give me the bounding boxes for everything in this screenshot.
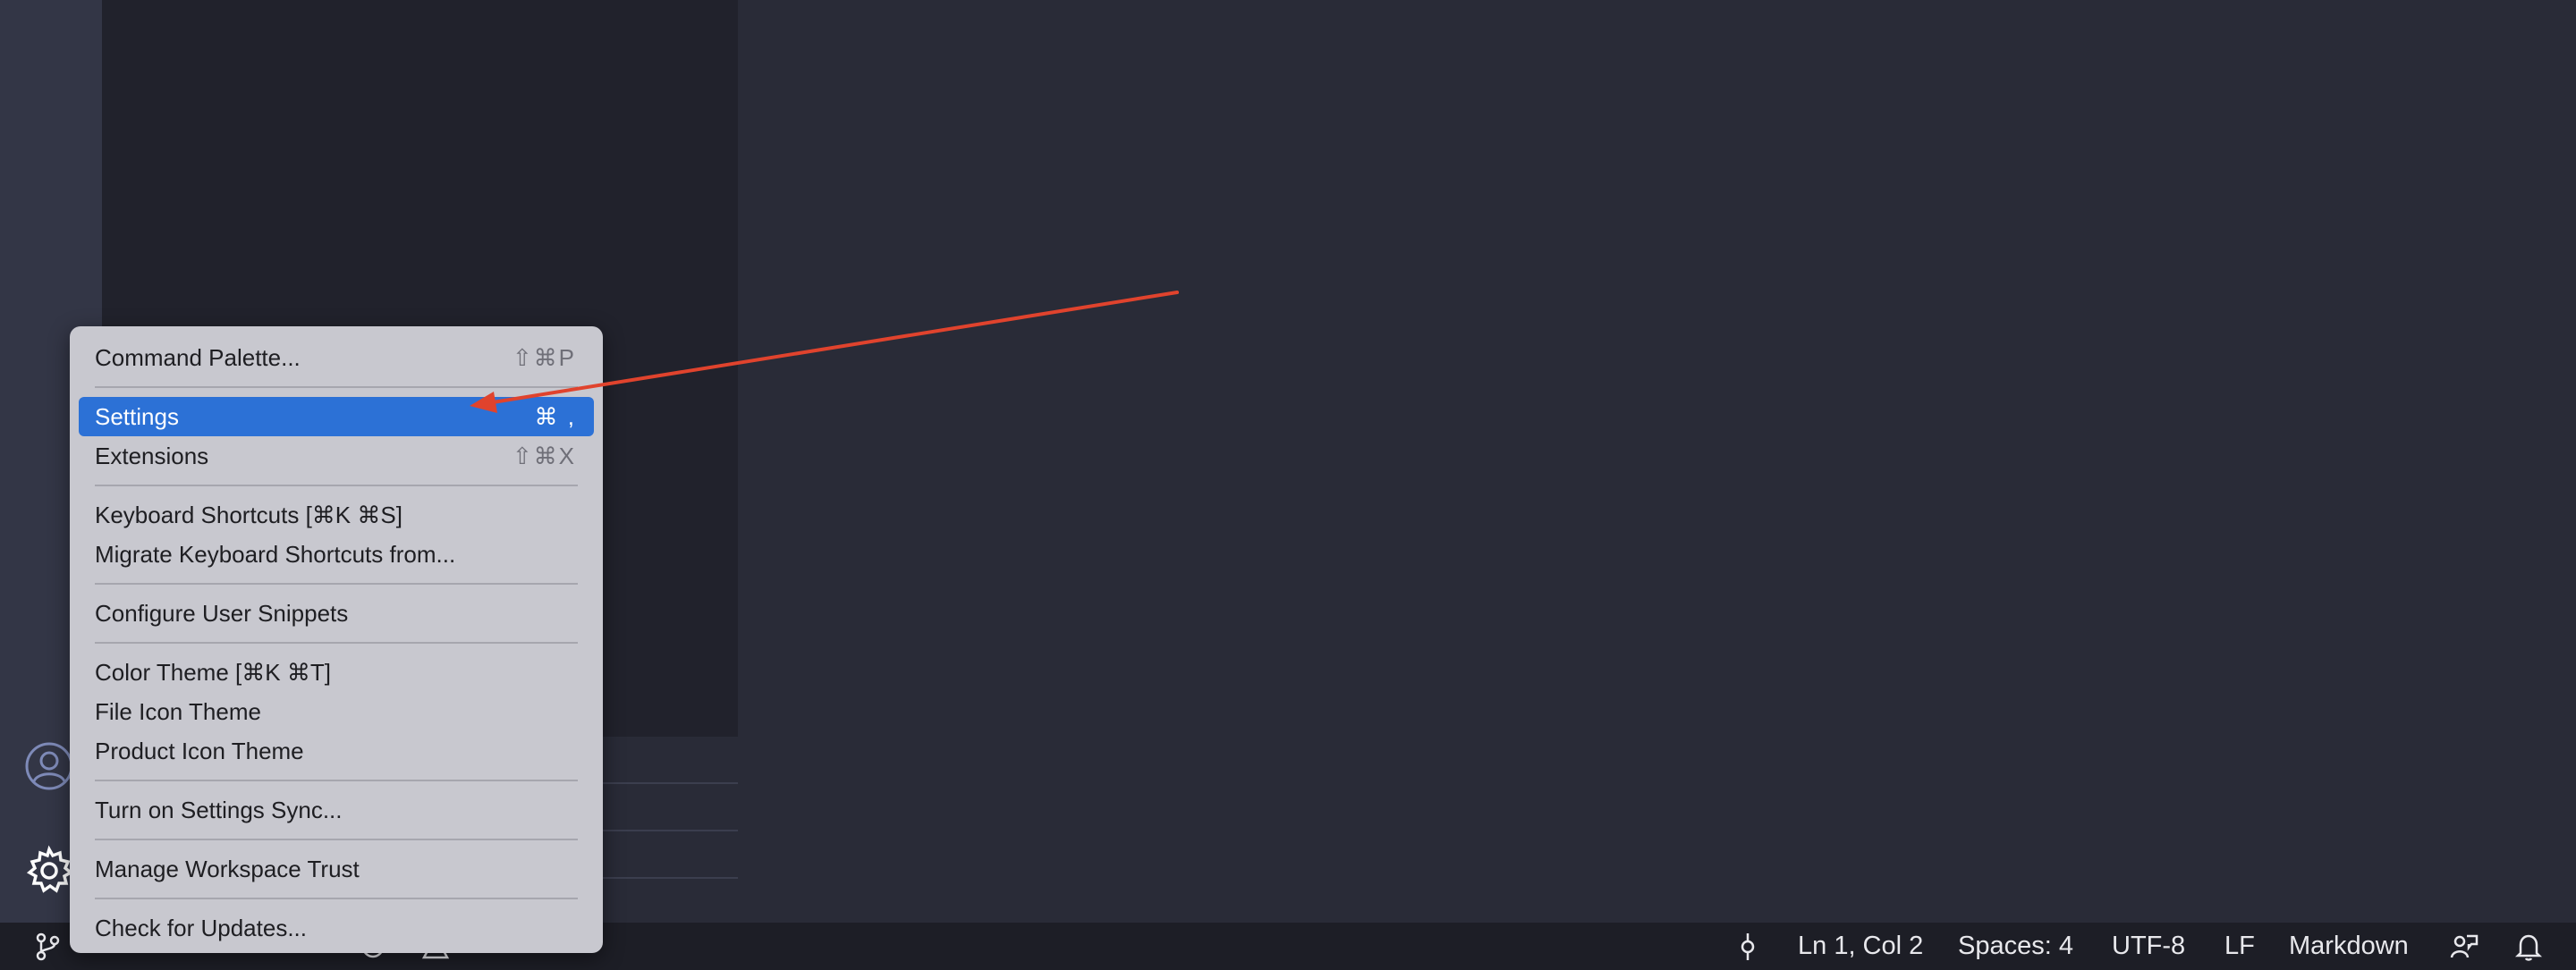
- menu-item-check-for-updates[interactable]: Check for Updates...: [79, 908, 594, 948]
- menu-item-turn-on-settings-sync[interactable]: Turn on Settings Sync...: [79, 790, 594, 830]
- menu-separator: [95, 386, 578, 388]
- menu-item-label: Product Icon Theme: [95, 738, 304, 764]
- menu-item-file-icon-theme[interactable]: File Icon Theme: [79, 692, 594, 731]
- menu-item-shortcut: ⇧⌘P: [512, 344, 576, 371]
- menu-separator: [95, 485, 578, 486]
- menu-item-label: Keyboard Shortcuts [⌘K ⌘S]: [95, 502, 402, 528]
- menu-item-label: Configure User Snippets: [95, 600, 349, 627]
- editor-area[interactable]: [738, 0, 2576, 923]
- account-icon[interactable]: [23, 740, 75, 792]
- menu-item-label: Turn on Settings Sync...: [95, 797, 343, 823]
- git-commit-icon[interactable]: [1733, 932, 1763, 962]
- cursor-position[interactable]: Ln 1, Col 2: [1798, 923, 1923, 970]
- menu-separator: [95, 642, 578, 644]
- menu-item-label: File Icon Theme: [95, 698, 261, 725]
- menu-item-label: Check for Updates...: [95, 915, 307, 941]
- bell-icon[interactable]: [2513, 932, 2544, 962]
- indentation-spaces[interactable]: Spaces: 4: [1958, 923, 2073, 970]
- menu-item-keyboard-shortcuts-k-s[interactable]: Keyboard Shortcuts [⌘K ⌘S]: [79, 495, 594, 535]
- menu-item-extensions[interactable]: Extensions ⇧⌘X: [79, 436, 594, 476]
- menu-item-shortcut: ⌘ ,: [534, 403, 576, 430]
- menu-item-settings[interactable]: Settings ⌘ ,: [79, 397, 594, 436]
- manage-gear-icon[interactable]: [23, 845, 75, 897]
- menu-item-command-palette[interactable]: Command Palette... ⇧⌘P: [79, 338, 594, 377]
- menu-separator: [95, 780, 578, 781]
- menu-item-manage-workspace-trust[interactable]: Manage Workspace Trust: [79, 849, 594, 889]
- menu-item-label: Migrate Keyboard Shortcuts from...: [95, 541, 456, 568]
- menu-item-migrate-keyboard-shortcuts-from[interactable]: Migrate Keyboard Shortcuts from...: [79, 535, 594, 574]
- end-of-line[interactable]: LF: [2224, 923, 2255, 970]
- menu-separator: [95, 583, 578, 585]
- menu-separator: [95, 839, 578, 840]
- menu-item-product-icon-theme[interactable]: Product Icon Theme: [79, 731, 594, 771]
- menu-separator: [95, 898, 578, 899]
- source-control-branch-icon[interactable]: [32, 932, 63, 962]
- file-encoding[interactable]: UTF-8: [2112, 923, 2185, 970]
- feedback-icon[interactable]: [2449, 932, 2479, 962]
- menu-item-shortcut: ⇧⌘X: [512, 443, 576, 469]
- menu-item-label: Command Palette...: [95, 344, 301, 371]
- menu-item-label: Settings: [95, 403, 179, 430]
- menu-item-color-theme-k-t[interactable]: Color Theme [⌘K ⌘T]: [79, 653, 594, 692]
- manage-context-menu: Command Palette... ⇧⌘P Settings ⌘ , Extensio…: [70, 326, 603, 953]
- menu-item-configure-user-snippets[interactable]: Configure User Snippets: [79, 594, 594, 633]
- menu-item-label: Color Theme [⌘K ⌘T]: [95, 659, 331, 686]
- language-mode[interactable]: Markdown: [2289, 923, 2409, 970]
- menu-item-label: Manage Workspace Trust: [95, 856, 360, 882]
- menu-item-label: Extensions: [95, 443, 209, 469]
